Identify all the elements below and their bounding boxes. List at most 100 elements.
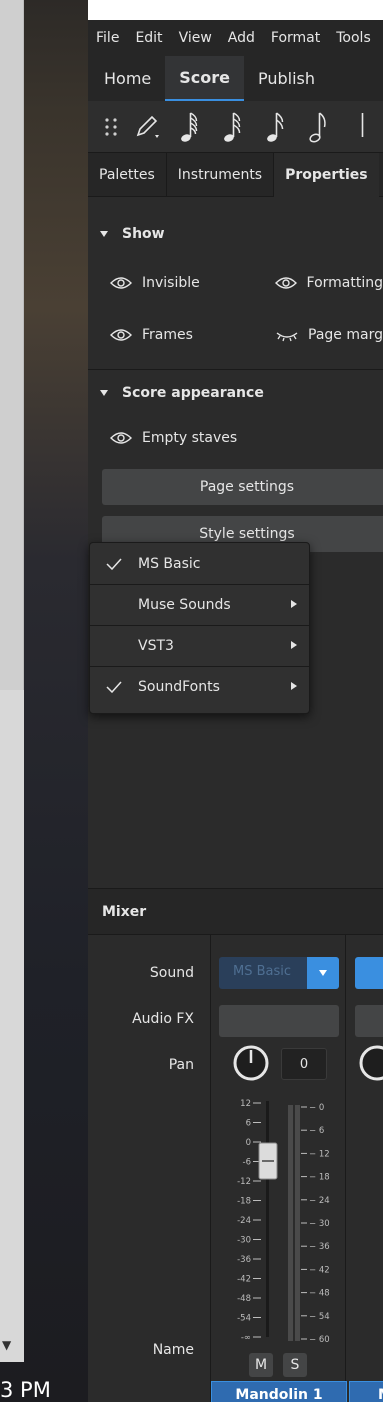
menu-item-soundfonts[interactable]: SoundFonts — [90, 666, 309, 707]
solo-button[interactable]: S — [283, 1353, 307, 1377]
background-window-strip: ▼ — [0, 0, 24, 1362]
quarter-note-icon[interactable] — [340, 107, 383, 147]
fader-scale-label: -∞ — [241, 1333, 251, 1343]
checkmark-icon — [90, 557, 138, 570]
note-input-toolbar — [88, 101, 383, 153]
more-options-icon[interactable]: ··· — [379, 153, 383, 197]
mixer-panel: Mixer Sound Audio FX Pan Name MS Basic 0… — [88, 888, 383, 1402]
sixteenth-note-icon[interactable] — [254, 107, 297, 147]
meter-scale-label: − 60 — [309, 1335, 330, 1345]
menu-file[interactable]: File — [96, 30, 119, 46]
tab-home[interactable]: Home — [90, 56, 165, 101]
submenu-arrow-icon — [291, 600, 297, 608]
channel-name-label[interactable]: Mandolin 1 — [211, 1381, 347, 1402]
panel-tabs: Palettes Instruments Properties ··· — [88, 153, 383, 197]
meter-scale-label: − 0 — [309, 1103, 324, 1113]
menu-tools[interactable]: Tools — [336, 30, 371, 46]
channel-2-name-label[interactable]: M — [349, 1381, 383, 1402]
submenu-arrow-icon — [291, 682, 297, 690]
taskbar-clock: 3 PM — [0, 1378, 51, 1402]
pan-knob-2[interactable] — [357, 1043, 383, 1083]
fader-scale-label: -24 — [237, 1216, 251, 1226]
menu-format[interactable]: Format — [271, 30, 320, 46]
meter-scale-label: − 6 — [309, 1126, 324, 1136]
sound-selection-menu: MS Basic Muse Sounds VST3 SoundFonts — [89, 542, 310, 714]
meter-scale-label: − 36 — [309, 1242, 330, 1252]
eighth-note-icon[interactable] — [297, 107, 340, 147]
chevron-down-icon — [319, 970, 327, 976]
fader-scale-label: 0 — [246, 1138, 251, 1148]
meter-scale-label: − 18 — [309, 1173, 330, 1183]
tab-publish[interactable]: Publish — [244, 56, 329, 101]
fader-scale-label: 6 — [246, 1119, 251, 1129]
show-section-header[interactable]: Show — [88, 211, 383, 257]
collapse-arrow-icon — [100, 390, 108, 396]
sound-selector-value: MS Basic — [233, 964, 292, 979]
eye-icon — [110, 432, 132, 444]
pan-value-field[interactable]: 0 — [281, 1048, 327, 1080]
score-appearance-header[interactable]: Score appearance — [88, 370, 383, 416]
pan-knob[interactable] — [231, 1043, 271, 1083]
tab-score[interactable]: Score — [165, 56, 244, 101]
eye-icon — [110, 277, 132, 289]
sound-row-label: Sound — [149, 965, 194, 981]
fader-scale-label: 12 — [240, 1099, 251, 1109]
note-input-pencil-icon[interactable] — [125, 107, 168, 147]
menu-item-label: VST3 — [138, 638, 174, 654]
toggle-frames[interactable]: Frames — [110, 327, 276, 343]
volume-fader-area: 12 6 0 -6 -12 -18 -24 -30 -36 -42 -48 -54 -∞ − 0 − 6 −… — [237, 1099, 330, 1345]
meter-scale-label: − 42 — [309, 1265, 330, 1275]
empty-staves-row: Empty staves — [88, 416, 383, 460]
meter-scale-label: − 30 — [309, 1219, 330, 1229]
fader-scale-label: -6 — [243, 1158, 251, 1168]
sound-selector-2[interactable] — [355, 957, 383, 989]
fader-scale-label: -54 — [237, 1314, 251, 1324]
menu-item-label: MS Basic — [138, 555, 201, 572]
name-row-label: Name — [152, 1342, 194, 1358]
menu-view[interactable]: View — [179, 30, 212, 46]
toggle-formatting[interactable]: Formatting — [274, 275, 383, 291]
tab-instruments[interactable]: Instruments — [167, 153, 275, 197]
mixer-channel-2: M — [349, 935, 383, 1402]
thirty-second-note-icon[interactable] — [211, 107, 254, 147]
meter-scale-label: − 54 — [309, 1312, 330, 1322]
show-section-title: Show — [122, 226, 165, 242]
page-settings-button[interactable]: Page settings — [102, 469, 383, 505]
frames-label: Frames — [142, 327, 193, 343]
drag-handle-icon[interactable] — [96, 107, 125, 147]
eye-icon — [110, 329, 132, 341]
toggle-empty-staves[interactable]: Empty staves — [110, 430, 237, 446]
formatting-label: Formatting — [306, 275, 383, 291]
menu-item-ms-basic[interactable]: MS Basic — [90, 543, 309, 584]
audio-fx-slot[interactable] — [219, 1005, 339, 1037]
audio-fx-slot-2[interactable] — [355, 1005, 383, 1037]
sound-selector[interactable]: MS Basic — [219, 957, 339, 989]
fader-scale-label: -12 — [237, 1177, 251, 1187]
submenu-arrow-icon — [291, 641, 297, 649]
checkmark-icon — [90, 681, 138, 693]
tab-properties[interactable]: Properties — [274, 153, 379, 197]
empty-staves-label: Empty staves — [142, 430, 238, 446]
score-appearance-title: Score appearance — [122, 385, 264, 401]
background-window-content — [0, 0, 24, 690]
toggle-invisible[interactable]: Invisible — [110, 275, 275, 291]
menu-item-vst3[interactable]: VST3 — [90, 625, 309, 666]
menu-item-muse-sounds[interactable]: Muse Sounds — [90, 584, 309, 625]
fader-scale-label: -42 — [237, 1275, 251, 1285]
fader-scale-label: -18 — [237, 1197, 251, 1207]
sixty-fourth-note-icon[interactable] — [168, 107, 211, 147]
fader-scale-label: -48 — [237, 1294, 251, 1304]
page-margins-label: Page marg — [308, 327, 383, 343]
menu-edit[interactable]: Edit — [135, 30, 162, 46]
menu-add[interactable]: Add — [228, 30, 255, 46]
window-titlebar — [88, 0, 383, 20]
fader-scale-label: -36 — [237, 1255, 251, 1265]
scroll-down-arrow-icon[interactable]: ▼ — [2, 1338, 11, 1352]
tab-palettes[interactable]: Palettes — [88, 153, 167, 197]
toggle-page-margins[interactable]: Page marg — [276, 327, 383, 343]
pan-row-label: Pan — [168, 1057, 194, 1073]
mixer-channel-1: MS Basic 0 12 6 0 -6 -12 -18 -24 -30 -36 -42 -48 -5… — [210, 935, 347, 1402]
show-row-1: Invisible Formatting — [88, 257, 383, 309]
mute-button[interactable]: M — [249, 1353, 273, 1377]
sound-dropdown-button[interactable] — [307, 957, 339, 989]
